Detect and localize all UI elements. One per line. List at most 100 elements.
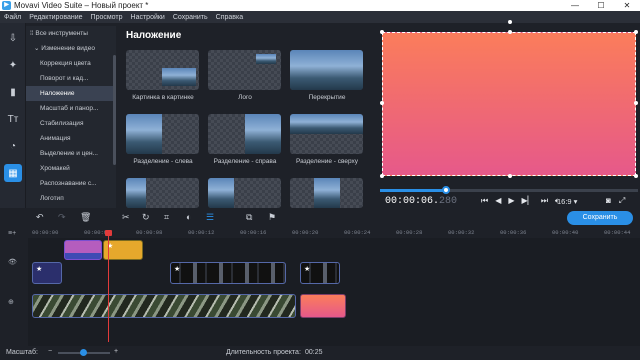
tile-label: Разделение - справа — [213, 158, 277, 165]
seek-bar[interactable] — [380, 186, 638, 194]
playhead[interactable] — [105, 230, 112, 342]
delete-icon[interactable]: 🗑︎ — [80, 212, 91, 223]
resize-handle[interactable] — [508, 174, 512, 178]
menu-settings[interactable]: Настройки — [131, 14, 165, 21]
tile-label: Лого — [238, 94, 252, 101]
step-forward-icon[interactable]: ▶▏ — [522, 196, 534, 206]
resize-handle[interactable] — [634, 30, 638, 34]
video-clip[interactable]: ★ — [170, 262, 286, 284]
overlay-tile-split-left[interactable] — [126, 114, 199, 154]
menu-edit[interactable]: Редактирование — [29, 14, 82, 21]
tool-item[interactable]: Коррекция цвета — [26, 56, 116, 71]
fullscreen-icon[interactable]: ⤢ — [619, 196, 625, 206]
title-clip[interactable] — [64, 240, 102, 260]
resize-handle[interactable] — [634, 174, 638, 178]
star-icon: ★ — [174, 266, 181, 273]
skip-start-icon[interactable]: ⏮ — [481, 196, 488, 206]
video-clip[interactable]: ★ — [300, 262, 340, 284]
star-icon: ★ — [304, 266, 311, 273]
overlay-tile-logo[interactable] — [208, 50, 281, 90]
aspect-ratio-select[interactable]: 16:9 ▾ — [557, 197, 577, 206]
duration-value: 00:25 — [305, 349, 323, 356]
maximize-button[interactable]: ☐ — [588, 0, 614, 11]
gallery-title: Наложение — [126, 30, 182, 41]
all-tools-item[interactable]: ⁞⁞ Все инструменты — [26, 26, 116, 41]
tool-item[interactable]: Распознавание с... — [26, 176, 116, 191]
tools-group[interactable]: ⌄ Изменение видео — [26, 41, 116, 56]
resize-handle[interactable] — [634, 101, 638, 105]
menu-file[interactable]: Файл — [4, 14, 21, 21]
ruler-tick: 00:00:44 — [604, 229, 631, 236]
redo-icon[interactable]: ↷ — [58, 212, 66, 223]
skip-end-icon[interactable]: ⏭ — [541, 196, 548, 206]
ruler-tick: 00:00:24 — [344, 229, 371, 236]
rotate-handle[interactable] — [508, 20, 512, 24]
sticker-clip[interactable]: ★ — [103, 240, 143, 260]
zoom-label: Масштаб: — [6, 349, 38, 356]
resize-handle[interactable] — [380, 101, 384, 105]
tool-item[interactable]: Масштаб и панор... — [26, 101, 116, 116]
minimize-button[interactable]: — — [562, 0, 588, 11]
tool-item-selected[interactable]: Наложение — [26, 86, 116, 101]
cut-icon[interactable]: ✂ — [122, 212, 130, 223]
overlay-tile-pip[interactable] — [126, 50, 199, 90]
menu-view[interactable]: Просмотр — [91, 14, 123, 21]
stickers-icon[interactable]: ◔ — [4, 137, 22, 155]
playhead-handle[interactable] — [105, 230, 112, 236]
add-track-icon[interactable]: ≡+ — [8, 230, 16, 237]
resize-handle[interactable] — [508, 30, 512, 34]
tool-item[interactable]: Логотип — [26, 191, 116, 206]
play-icon[interactable]: ▶ — [508, 196, 514, 206]
tool-item[interactable]: Хромакей — [26, 161, 116, 176]
timecode-ms: 280 — [439, 196, 458, 207]
preview-canvas[interactable] — [380, 30, 638, 178]
track-lock-icon[interactable]: ⊕ — [8, 298, 14, 306]
menu-save[interactable]: Сохранить — [173, 14, 208, 21]
magic-icon[interactable]: ✦ — [4, 56, 22, 74]
rotate-icon[interactable]: ↻ — [142, 212, 150, 223]
background-video-clip[interactable] — [32, 294, 296, 318]
undo-icon[interactable]: ↶ — [36, 212, 44, 223]
tool-item[interactable]: Поворот и кад... — [26, 71, 116, 86]
camera-icon[interactable]: ◙ — [606, 196, 611, 206]
ruler-tick: 00:00:32 — [448, 229, 475, 236]
overlay-tile[interactable] — [208, 178, 281, 208]
timeline-tracks[interactable]: ★ ★ ★ ★ — [28, 238, 640, 346]
transitions-icon[interactable]: ▮ — [4, 83, 22, 101]
resize-handle[interactable] — [380, 30, 384, 34]
zoom-in-icon[interactable]: + — [114, 348, 118, 355]
overlay-tile[interactable] — [290, 178, 363, 208]
zoom-out-icon[interactable]: − — [48, 348, 52, 355]
ruler-tick: 00:00:20 — [292, 229, 319, 236]
zoom-slider-knob[interactable] — [80, 349, 87, 356]
clip-properties-icon[interactable]: ☰ — [206, 212, 214, 223]
overlay-icon[interactable]: ⧉ — [246, 212, 252, 223]
more-tools-icon[interactable]: ▦ — [4, 164, 22, 182]
titles-icon[interactable]: Tт — [4, 110, 22, 128]
tool-item[interactable]: Выделение и цен... — [26, 146, 116, 161]
overlay-tile[interactable] — [126, 178, 199, 208]
track-visibility-icon[interactable]: 👁︎ — [8, 258, 17, 266]
tile-label: Картинка в картинке — [132, 94, 194, 101]
ruler-tick: 00:00:28 — [396, 229, 423, 236]
flag-icon[interactable]: ⚑ — [268, 212, 276, 223]
app-logo-icon: ▶ — [2, 1, 11, 10]
tools-scrollbar[interactable] — [113, 55, 116, 165]
tool-item[interactable]: Анимация — [26, 131, 116, 146]
menu-help[interactable]: Справка — [216, 14, 243, 21]
close-button[interactable]: ✕ — [614, 0, 640, 11]
color-clip[interactable] — [300, 294, 346, 318]
overlay-tile-split-top[interactable] — [290, 114, 363, 154]
save-button[interactable]: Сохранить — [567, 211, 633, 225]
tool-item[interactable]: Стабилизация — [26, 116, 116, 131]
overlay-tile-split-right[interactable] — [208, 114, 281, 154]
crop-icon[interactable]: ⌗ — [164, 212, 169, 223]
seek-knob[interactable] — [442, 186, 450, 194]
video-clip[interactable]: ★ — [32, 262, 62, 284]
import-icon[interactable]: ⇩ — [4, 29, 22, 47]
step-back-icon[interactable]: ◀ — [495, 196, 501, 206]
overlay-tile-overlap[interactable] — [290, 50, 363, 90]
resize-handle[interactable] — [380, 174, 384, 178]
color-adjust-icon[interactable]: ◐ — [186, 212, 191, 222]
transport-controls: ⏮ ◀ ▶ ▶▏ ⏭ 🔈︎ — [481, 196, 567, 206]
